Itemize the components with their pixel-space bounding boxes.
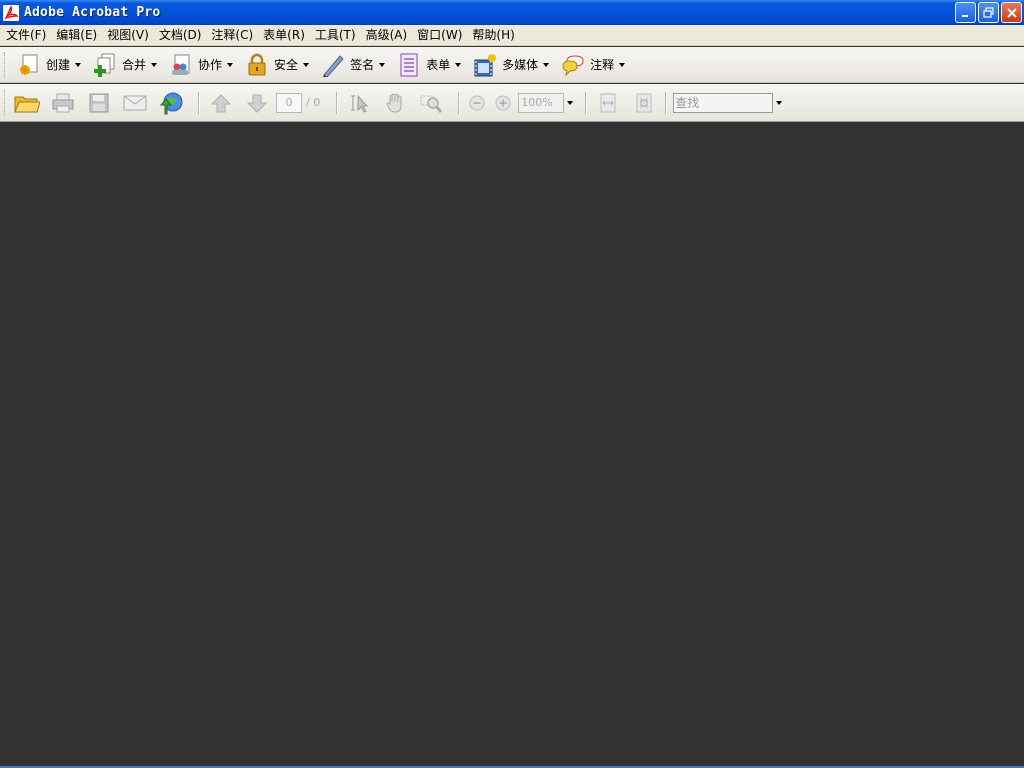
- menu-help[interactable]: 帮助(H): [468, 26, 518, 45]
- arrow-down-icon: [246, 94, 268, 113]
- multimedia-button[interactable]: 多媒体: [468, 50, 553, 80]
- zoom-out-icon: [469, 95, 485, 110]
- fit-page-button[interactable]: [629, 88, 659, 118]
- print-button[interactable]: [48, 88, 78, 118]
- chevron-down-icon: [151, 62, 158, 67]
- menu-forms[interactable]: 表单(R): [259, 26, 309, 45]
- combine-icon: [92, 52, 118, 78]
- chevron-down-icon: [227, 62, 234, 67]
- chevron-down-icon: [543, 62, 550, 67]
- printer-icon: [52, 93, 74, 112]
- menu-file[interactable]: 文件(F): [2, 26, 50, 45]
- restore-icon: [982, 6, 994, 18]
- floppy-disk-icon: [89, 93, 109, 112]
- zoom-level-field[interactable]: 100%: [518, 92, 565, 113]
- menu-edit[interactable]: 编辑(E): [52, 26, 101, 45]
- menu-bar: 文件(F) 编辑(E) 视图(V) 文档(D) 注释(C) 表单(R) 工具(T…: [0, 25, 1024, 46]
- close-button[interactable]: [1001, 2, 1022, 23]
- hand-icon: [386, 93, 402, 113]
- pen-icon: [320, 52, 346, 78]
- combine-button[interactable]: 合并: [88, 50, 161, 80]
- minimize-button[interactable]: [955, 2, 976, 23]
- toolbar-separator: [585, 91, 588, 114]
- menu-advanced[interactable]: 高级(A): [362, 26, 412, 45]
- chevron-down-icon: [455, 62, 462, 67]
- zoom-magnifier-icon: [420, 95, 443, 113]
- fit-page-icon: [636, 93, 652, 112]
- hand-tool-button[interactable]: [380, 88, 410, 118]
- chevron-down-icon: [303, 62, 310, 67]
- arrow-up-icon: [210, 93, 232, 112]
- sign-label: 签名: [350, 58, 375, 72]
- save-button[interactable]: [84, 88, 114, 118]
- select-tool-button[interactable]: [344, 88, 374, 118]
- email-button[interactable]: [120, 88, 150, 118]
- collaborate-button[interactable]: 协作: [164, 50, 237, 80]
- forms-label: 表单: [426, 58, 451, 72]
- find-dropdown-icon[interactable]: [776, 100, 783, 105]
- menu-tools[interactable]: 工具(T): [311, 26, 360, 45]
- form-icon: [396, 52, 422, 78]
- zoom-dropdown-icon[interactable]: [567, 100, 574, 105]
- fit-width-button[interactable]: [593, 88, 623, 118]
- previous-page-button[interactable]: [206, 88, 236, 118]
- zoom-in-icon: [495, 95, 511, 110]
- combine-label: 合并: [122, 58, 147, 72]
- marquee-zoom-button[interactable]: [416, 88, 446, 118]
- page-number-input[interactable]: 0: [276, 92, 302, 113]
- fit-width-icon: [600, 93, 616, 112]
- toolbar-separator: [336, 91, 339, 114]
- menu-window[interactable]: 窗口(W): [413, 26, 466, 45]
- create-pdf-icon: [16, 52, 42, 78]
- toolbar-separator: [665, 91, 668, 114]
- create-label: 创建: [46, 58, 71, 72]
- title-bar[interactable]: Adobe Acrobat Pro: [0, 0, 1024, 25]
- close-icon: [1006, 7, 1017, 18]
- comment-icon: [560, 52, 586, 78]
- toolbar-separator: [458, 91, 461, 114]
- chevron-down-icon: [379, 62, 386, 67]
- tasks-toolbar: 创建 合并 协作 安全 签名 表单 多媒体 注释: [0, 47, 1024, 83]
- acrobat-app-icon[interactable]: [3, 4, 19, 21]
- toolbar-separator: [198, 91, 200, 114]
- comment-label: 注释: [590, 58, 615, 72]
- sign-button[interactable]: 签名: [316, 50, 389, 80]
- secure-button[interactable]: 安全: [240, 50, 313, 80]
- secure-label: 安全: [274, 58, 299, 72]
- chevron-down-icon: [619, 62, 626, 67]
- folder-open-icon: [14, 96, 40, 112]
- collaborate-label: 协作: [198, 58, 223, 72]
- open-button[interactable]: [12, 88, 42, 118]
- multimedia-icon: [472, 52, 498, 78]
- envelope-icon: [123, 95, 147, 110]
- multimedia-label: 多媒体: [502, 58, 539, 72]
- lock-icon: [244, 52, 270, 78]
- upload-web-button[interactable]: [156, 88, 186, 118]
- restore-button[interactable]: [978, 2, 999, 23]
- forms-button[interactable]: 表单: [392, 50, 465, 80]
- toolbar-grip[interactable]: [4, 51, 7, 78]
- zoom-out-button[interactable]: [466, 88, 488, 118]
- find-input[interactable]: 查找: [673, 92, 774, 113]
- minimize-icon: [961, 14, 968, 17]
- page-total: / 0: [306, 96, 321, 109]
- document-workspace[interactable]: [0, 123, 1024, 768]
- next-page-button[interactable]: [242, 88, 272, 118]
- collaborate-icon: [168, 52, 194, 78]
- file-toolbar: 0 / 0 100% 查找: [0, 84, 1024, 122]
- text-select-cursor-icon: [351, 94, 369, 113]
- toolbar-grip[interactable]: [4, 89, 7, 116]
- menu-comments[interactable]: 注释(C): [207, 26, 257, 45]
- menu-document[interactable]: 文档(D): [155, 26, 206, 45]
- window-title: Adobe Acrobat Pro: [24, 5, 161, 20]
- chevron-down-icon: [75, 62, 82, 67]
- comment-button[interactable]: 注释: [556, 50, 629, 80]
- menu-view[interactable]: 视图(V): [103, 26, 153, 45]
- create-button[interactable]: 创建: [12, 50, 85, 80]
- zoom-in-button[interactable]: [492, 88, 514, 118]
- globe-upload-icon: [159, 92, 183, 114]
